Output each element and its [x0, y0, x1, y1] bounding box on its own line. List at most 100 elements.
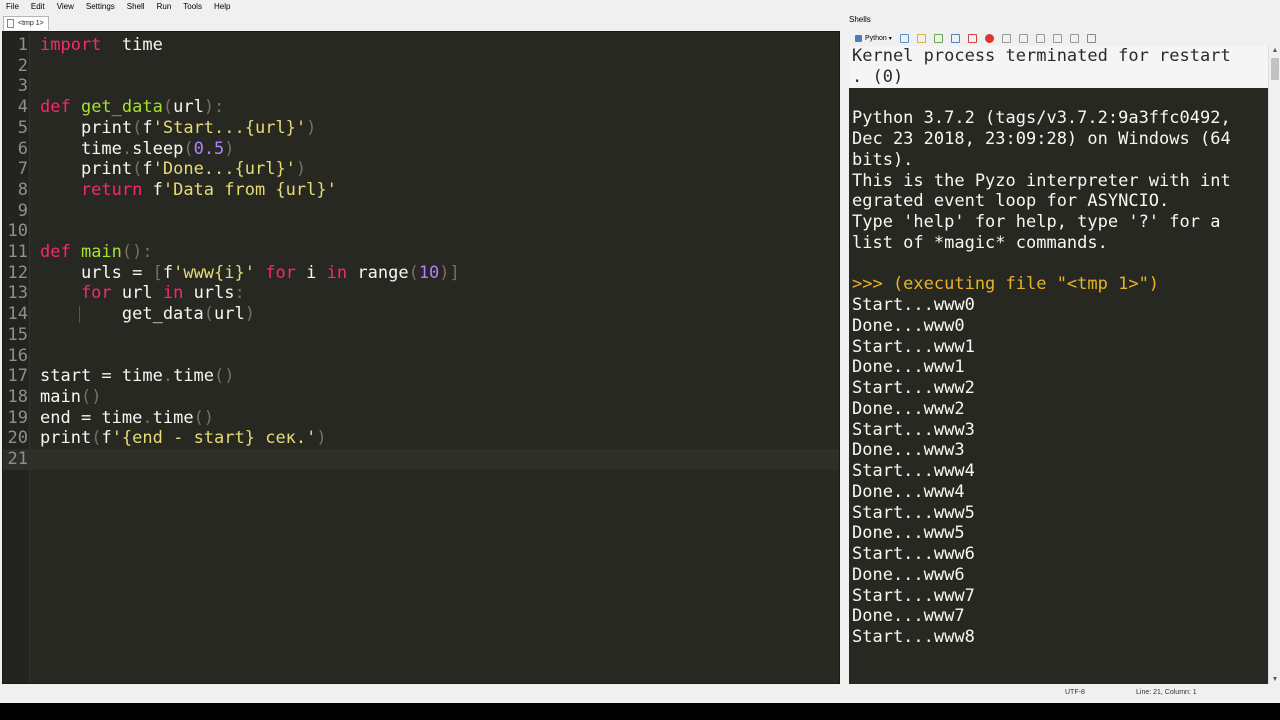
line-number: 8 — [17, 179, 28, 200]
code-line[interactable]: 9 — [3, 201, 839, 222]
code-token: ( — [91, 428, 102, 449]
line-number: 10 — [7, 221, 28, 242]
status-bar: UTF-8 Line: 21, Column: 1 — [0, 685, 1280, 703]
menu-view[interactable]: View — [57, 0, 74, 13]
menu-run[interactable]: Run — [157, 0, 172, 13]
restart-icon[interactable] — [1018, 34, 1028, 43]
code-line[interactable]: 4 def get_data(url): — [3, 97, 839, 118]
menu-tools[interactable]: Tools — [183, 0, 202, 13]
editor-tab-bar: <tmp 1> — [0, 14, 842, 31]
code-token: get_data — [40, 304, 204, 325]
settings-icon[interactable] — [950, 34, 960, 43]
close-shell-icon[interactable] — [984, 34, 994, 43]
scroll-down-icon[interactable]: ▼ — [1271, 676, 1279, 683]
line-number: 18 — [7, 386, 28, 407]
menu-file[interactable]: File — [6, 0, 19, 13]
code-line[interactable]: 21 — [3, 449, 839, 470]
pyzo-window: File Edit View Settings Shell Run Tools Help <t… — [0, 0, 1280, 703]
debug-step-icon[interactable] — [1052, 34, 1062, 43]
menu-shell[interactable]: Shell — [127, 0, 145, 13]
code-token: for — [40, 283, 122, 304]
shell-output-line: Done...www3 — [852, 440, 965, 461]
scroll-thumb[interactable] — [1271, 58, 1279, 80]
shell-tab-python[interactable]: Python ▾ — [849, 35, 892, 42]
code-token: . — [162, 366, 174, 387]
editor-tab[interactable]: <tmp 1> — [3, 16, 49, 30]
code-token: f — [152, 179, 163, 200]
shell-output-line: Done...www2 — [852, 398, 965, 419]
code-token: f — [101, 428, 112, 449]
code-token: )] — [439, 262, 460, 283]
code-line[interactable]: 18 main() — [3, 387, 839, 408]
code-line[interactable]: 17 start = time.time() — [3, 366, 839, 387]
code-line[interactable]: 14 get_data(url) — [3, 304, 839, 325]
shell-output[interactable]: Kernel process terminated for restart. (… — [849, 46, 1268, 684]
code-line[interactable]: 11 def main(): — [3, 242, 839, 263]
code-text: for url in urls: — [40, 283, 245, 304]
list-icon[interactable] — [1086, 34, 1096, 43]
code-text: main() — [40, 387, 101, 408]
debug-stop-icon[interactable] — [1069, 34, 1079, 43]
line-number: 20 — [7, 428, 28, 449]
code-token: in — [316, 262, 358, 283]
code-line[interactable]: 20 print(f'{end - start} сек.') — [3, 428, 839, 449]
paste-icon[interactable] — [933, 34, 943, 43]
cursor-position-status: Line: 21, Column: 1 — [1136, 689, 1197, 696]
menu-settings[interactable]: Settings — [86, 0, 115, 13]
code-token: f — [162, 262, 174, 283]
code-token: ): — [203, 97, 225, 118]
code-token: 'Done...{url}' — [152, 159, 296, 180]
code-token: ( — [408, 262, 419, 283]
code-line[interactable]: 2 — [3, 56, 839, 77]
code-line[interactable]: 1 import time — [3, 35, 839, 56]
scroll-up-icon[interactable]: ▲ — [1271, 47, 1279, 54]
code-token: def — [40, 97, 81, 118]
code-token: f — [142, 159, 153, 180]
code-text: import time — [40, 35, 163, 56]
copy-icon[interactable] — [916, 34, 926, 43]
code-line[interactable]: 6 time.sleep(0.5) — [3, 139, 839, 160]
line-number: 17 — [7, 366, 28, 387]
shell-output-line: Python 3.7.2 (tags/v3.7.2:9a3ffc0492, — [852, 108, 1231, 129]
code-line[interactable]: 10 — [3, 221, 839, 242]
code-text: time.sleep(0.5) — [40, 139, 235, 160]
code-line[interactable]: 16 — [3, 346, 839, 367]
code-line[interactable]: 8 return f'Data from {url}' — [3, 180, 839, 201]
code-token: urls — [193, 283, 235, 304]
code-token: ( — [183, 138, 194, 159]
menu-help[interactable]: Help — [214, 0, 230, 13]
shell-output-line: . (0) — [852, 66, 904, 87]
code-token: 10 — [418, 262, 440, 283]
code-token: () — [214, 366, 235, 387]
code-token: print — [40, 428, 92, 449]
line-number: 13 — [7, 283, 28, 304]
shell-output-line: This is the Pyzo interpreter with int — [852, 170, 1231, 191]
code-line[interactable]: 12 urls = [f'www{i}' for i in range(10)] — [3, 263, 839, 284]
code-text: urls = [f'www{i}' for i in range(10)] — [40, 263, 460, 284]
code-line[interactable]: 3 — [3, 76, 839, 97]
code-line[interactable]: 15 — [3, 325, 839, 346]
code-token: get_data — [80, 97, 163, 118]
menu-edit[interactable]: Edit — [31, 0, 45, 13]
clear-icon[interactable] — [967, 34, 977, 43]
code-text: print(f'Done...{url}') — [40, 159, 306, 180]
code-line[interactable]: 13 for url in urls: — [3, 283, 839, 304]
code-token: url — [121, 283, 153, 304]
code-token: urls = — [40, 262, 153, 283]
line-number: 7 — [17, 159, 28, 180]
code-line[interactable]: 7 print(f'Done...{url}') — [3, 159, 839, 180]
shell-scrollbar[interactable]: ▲ ▼ — [1268, 46, 1280, 684]
code-editor[interactable]: 1 import time 2 3 4 def get_data(url): 5 print… — [2, 31, 840, 684]
interrupt-icon[interactable] — [1001, 34, 1011, 43]
code-line[interactable]: 5 print(f'Start...{url}') — [3, 118, 839, 139]
new-shell-icon[interactable] — [899, 34, 909, 43]
line-number: 1 — [17, 35, 28, 55]
line-number: 14 — [7, 304, 28, 325]
shell-output-line: Done...www5 — [852, 523, 965, 544]
code-token: url — [173, 97, 204, 118]
terminate-icon[interactable] — [1035, 34, 1045, 43]
shell-output-line: Start...www5 — [852, 502, 975, 523]
code-line[interactable]: 19 end = time.time() — [3, 408, 839, 429]
code-token: 'Data from {url}' — [162, 179, 337, 200]
code-text: def main(): — [40, 242, 153, 263]
